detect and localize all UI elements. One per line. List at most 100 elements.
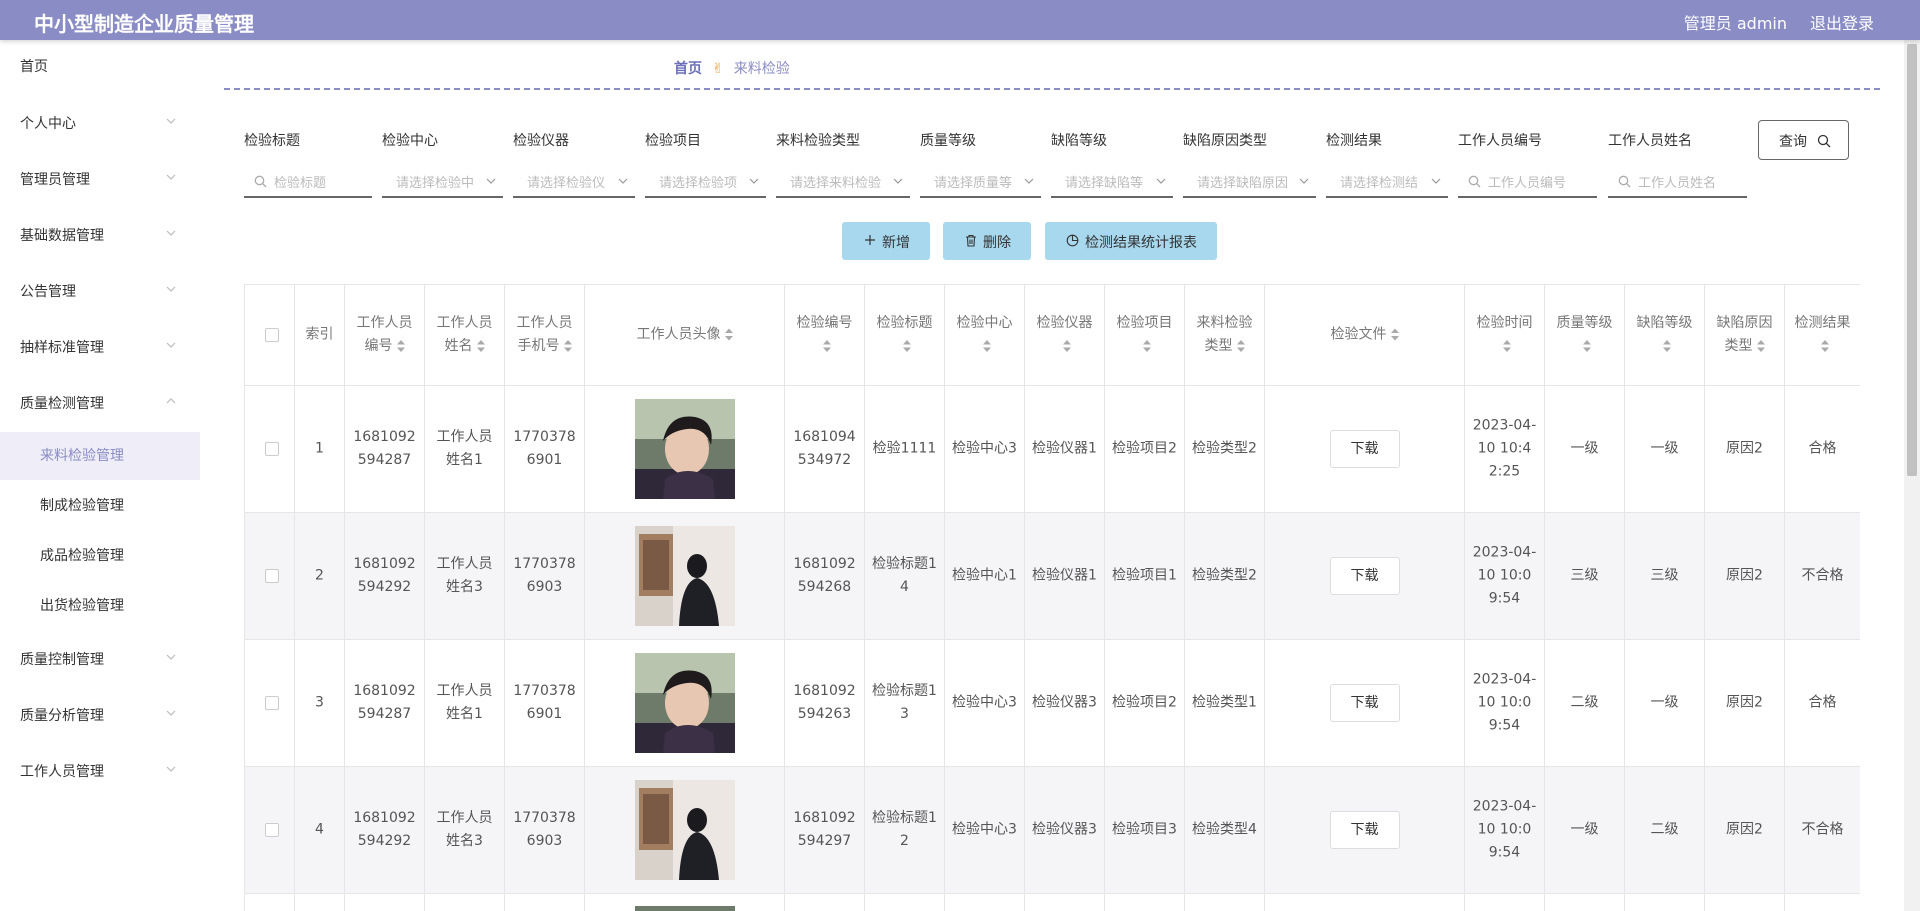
cell-worker-phone	[505, 894, 585, 911]
delete-button[interactable]: 删除	[943, 222, 1031, 260]
result-select[interactable]: 请选择检测结	[1326, 166, 1448, 198]
column-header-insp-no[interactable]: 检验编号	[785, 285, 865, 386]
sidebar-subitem-process-inspection[interactable]: 制成检验管理	[0, 482, 200, 530]
cell-worker-no: 1681092594287	[345, 640, 425, 767]
select-all-checkbox[interactable]	[265, 328, 279, 342]
instrument-select[interactable]: 请选择检验仪	[513, 166, 635, 198]
avatar[interactable]	[634, 526, 735, 626]
man-portrait-icon	[634, 399, 735, 499]
column-header-defect-reason[interactable]: 缺陷原因类型	[1705, 285, 1785, 386]
item-select[interactable]: 请选择检验项	[645, 166, 766, 198]
cell-text: 2	[315, 567, 324, 584]
cell-text: 检验类型2	[1192, 567, 1257, 584]
scrollbar-thumb[interactable]	[1907, 44, 1917, 476]
sidebar-item-personal-center[interactable]: 个人中心	[0, 100, 200, 148]
download-button[interactable]: 下载	[1329, 557, 1400, 595]
column-header-insp-item[interactable]: 检验项目	[1105, 285, 1185, 386]
column-header-index[interactable]: 索引	[295, 285, 345, 386]
column-header-quality-grade[interactable]: 质量等级	[1545, 285, 1625, 386]
column-header-insp-title[interactable]: 检验标题	[865, 285, 945, 386]
avatar[interactable]	[634, 780, 735, 880]
cell-insp-title: 检验1111	[865, 386, 945, 513]
cell-result: 不合格	[1785, 513, 1860, 640]
column-header-label: 检测结果	[1794, 315, 1851, 331]
row-checkbox[interactable]	[265, 442, 279, 456]
cell-insp-file: 下载	[1265, 386, 1465, 513]
download-button[interactable]: 下载	[1329, 430, 1400, 468]
cell-text: 17703786903	[513, 556, 576, 595]
quality-grade-select[interactable]: 请选择质量等	[920, 166, 1041, 198]
sidebar-item-quality-analysis[interactable]: 质量分析管理	[0, 692, 200, 740]
cell-text: 检验类型4	[1192, 821, 1257, 838]
cell-insp-no: 1681094534972	[785, 386, 865, 513]
sidebar-item-quality-inspection[interactable]: 质量检测管理	[0, 380, 200, 428]
breadcrumb-home[interactable]: 首页	[674, 61, 702, 77]
select-placeholder: 请选择检验中	[396, 176, 475, 191]
row-checkbox[interactable]	[265, 823, 279, 837]
column-header-worker-avatar[interactable]: 工作人员头像	[585, 285, 785, 386]
row-select-cell	[245, 767, 295, 894]
cell-text: 检验项目3	[1112, 821, 1177, 838]
sidebar-item-notice[interactable]: 公告管理	[0, 268, 200, 316]
download-button[interactable]: 下载	[1329, 684, 1400, 722]
title-search-input[interactable]: 检验标题	[244, 166, 372, 198]
cell-worker-phone: 17703786901	[505, 640, 585, 767]
logout-link[interactable]: 退出登录	[1810, 10, 1874, 34]
avatar[interactable]	[634, 653, 735, 753]
sidebar-subitem-shipment-inspection[interactable]: 出货检验管理	[0, 582, 200, 630]
cell-worker-no: 1681092594292	[345, 767, 425, 894]
sidebar-item-basic-data[interactable]: 基础数据管理	[0, 212, 200, 260]
cell-insp-file	[1265, 894, 1465, 911]
center-select[interactable]: 请选择检验中	[382, 166, 503, 198]
column-header-insp-time[interactable]: 检验时间	[1465, 285, 1545, 386]
column-header-label: 检验中心	[956, 315, 1013, 331]
cell-insp-center: 检验中心1	[945, 513, 1025, 640]
filter-label-worker-name: 工作人员姓名	[1608, 133, 1692, 149]
vertical-scrollbar[interactable]	[1904, 40, 1920, 911]
sidebar-item-home[interactable]: 首页	[0, 43, 200, 91]
column-header-result[interactable]: 检测结果	[1785, 285, 1860, 386]
worker-no-search-input[interactable]: 工作人员编号	[1458, 166, 1597, 198]
add-button[interactable]: 新增	[842, 222, 930, 260]
avatar[interactable]	[634, 399, 735, 499]
column-header-worker-no[interactable]: 工作人员编号	[345, 285, 425, 386]
row-checkbox[interactable]	[265, 696, 279, 710]
column-header-insp-file[interactable]: 检验文件	[1265, 285, 1465, 386]
chevron-down-icon	[166, 654, 176, 660]
cell-text: 2023-04-10 10:42:25	[1472, 417, 1537, 480]
defect-grade-select[interactable]: 请选择缺陷等	[1051, 166, 1173, 198]
row-checkbox[interactable]	[265, 569, 279, 583]
chevron-down-icon	[486, 178, 496, 184]
cell-worker-name: 工作人员姓名1	[425, 386, 505, 513]
sidebar-item-sampling-standard[interactable]: 抽样标准管理	[0, 324, 200, 372]
report-button[interactable]: 检测结果统计报表	[1045, 222, 1217, 260]
cell-quality-grade	[1545, 894, 1625, 911]
cell-text: 检验中心3	[952, 694, 1017, 711]
column-header-worker-phone[interactable]: 工作人员手机号	[505, 285, 585, 386]
column-header-insp-center[interactable]: 检验中心	[945, 285, 1025, 386]
avatar[interactable]	[635, 906, 735, 911]
sort-icon	[1662, 340, 1671, 352]
column-header-incoming-type[interactable]: 来料检验类型	[1185, 285, 1265, 386]
download-button[interactable]: 下载	[1329, 811, 1400, 849]
sidebar-subitem-finished-inspection[interactable]: 成品检验管理	[0, 532, 200, 580]
query-button[interactable]: 查询	[1758, 120, 1849, 160]
sidebar-item-admin-management[interactable]: 管理员管理	[0, 156, 200, 204]
sidebar-item-label: 工作人员管理	[20, 764, 104, 780]
worker-name-search-input[interactable]: 工作人员姓名	[1608, 166, 1747, 198]
sidebar-item-label: 公告管理	[20, 284, 76, 300]
defect-reason-select[interactable]: 请选择缺陷原因	[1183, 166, 1316, 198]
sidebar-item-worker-management[interactable]: 工作人员管理	[0, 748, 200, 796]
cell-insp-file: 下载	[1265, 640, 1465, 767]
cell-text: 17703786901	[513, 683, 576, 722]
column-header-defect-grade[interactable]: 缺陷等级	[1625, 285, 1705, 386]
filter-label-item: 检验项目	[645, 133, 701, 149]
sidebar: 首页 个人中心 管理员管理 基础数据管理 公告管理 抽样标准管理 质量检测管理 …	[0, 40, 200, 911]
column-header-worker-name[interactable]: 工作人员姓名	[425, 285, 505, 386]
sidebar-subitem-incoming-inspection[interactable]: 来料检验管理	[0, 432, 200, 480]
column-header-insp-instrument[interactable]: 检验仪器	[1025, 285, 1105, 386]
chevron-down-icon	[893, 178, 903, 184]
incoming-type-select[interactable]: 请选择来料检验	[776, 166, 910, 198]
sidebar-item-quality-control[interactable]: 质量控制管理	[0, 636, 200, 684]
row-select-cell	[245, 894, 295, 911]
